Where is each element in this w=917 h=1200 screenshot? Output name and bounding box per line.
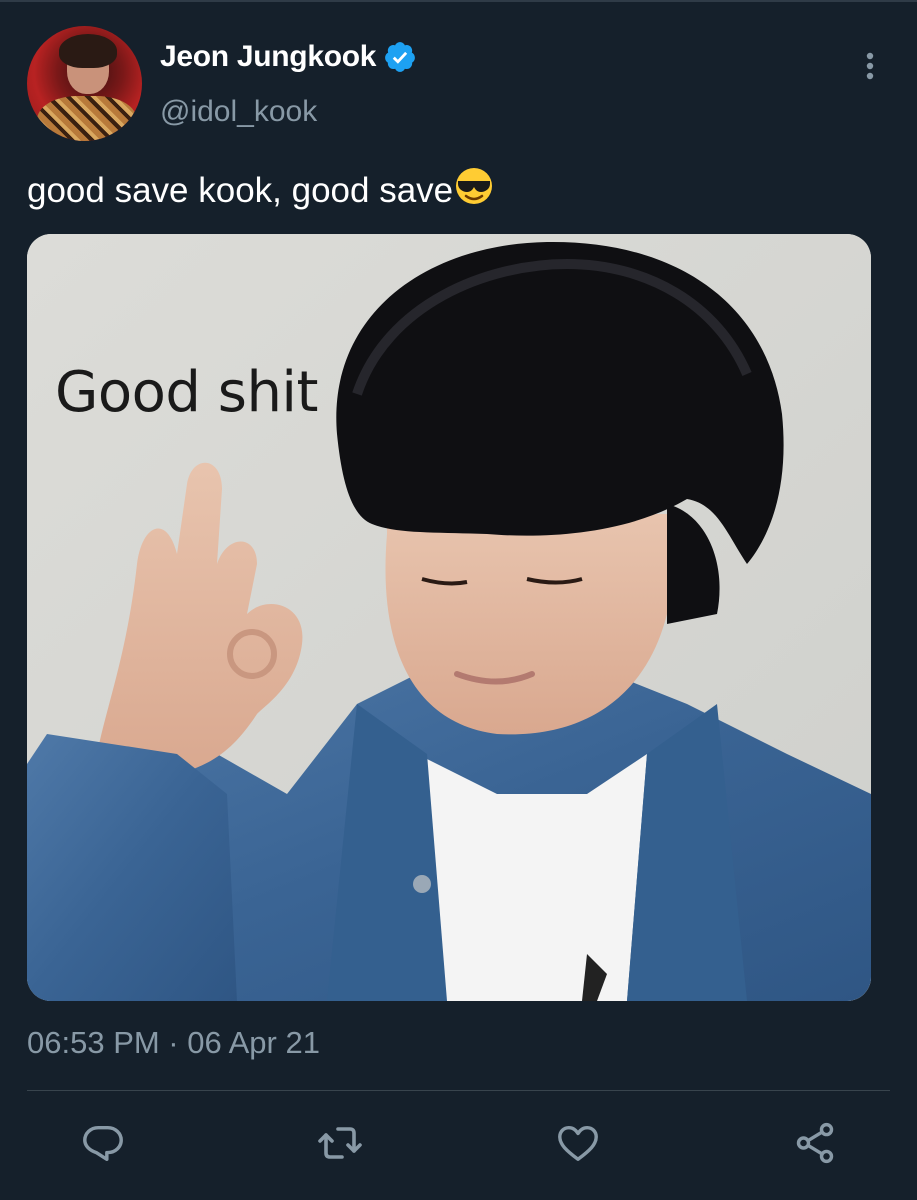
sunglasses-emoji-icon <box>456 168 493 204</box>
share-button[interactable] <box>790 1118 840 1168</box>
tweet-timestamp[interactable]: 06:53 PM · 06 Apr 21 <box>27 1025 320 1061</box>
display-name[interactable]: Jeon Jungkook <box>160 40 376 74</box>
tweet-text-content: good save kook, good save <box>27 171 454 210</box>
author-name-row: Jeon Jungkook <box>160 40 417 74</box>
like-button[interactable] <box>553 1118 603 1168</box>
handle[interactable]: @idol_kook <box>160 95 317 129</box>
meme-photo <box>27 234 871 1001</box>
more-vertical-icon[interactable] <box>852 48 888 84</box>
reply-button[interactable] <box>78 1118 128 1168</box>
top-divider <box>0 0 917 2</box>
tweet-media-image[interactable]: Good shit <box>27 234 871 1001</box>
verified-badge-icon <box>385 42 416 72</box>
retweet-icon <box>318 1127 362 1159</box>
reply-icon <box>83 1125 123 1162</box>
avatar[interactable] <box>27 26 142 141</box>
share-icon <box>796 1122 834 1164</box>
retweet-button[interactable] <box>315 1118 365 1168</box>
tweet-text: good save kook, good save <box>27 166 494 211</box>
action-bar-divider <box>27 1090 890 1091</box>
meme-caption: Good shit <box>55 360 318 425</box>
heart-icon <box>558 1125 598 1162</box>
